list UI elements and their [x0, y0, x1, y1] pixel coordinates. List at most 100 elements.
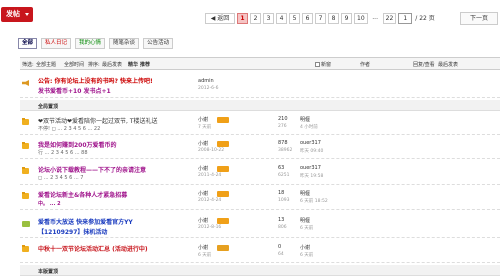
thread-last-time[interactable]: 6 天前 18:52 — [300, 198, 328, 204]
hot-badge-icon — [217, 141, 229, 147]
thread-author[interactable]: 小谢 — [198, 217, 208, 224]
thread-title[interactable]: 中秋十一双节论坛活动汇总 (活动进行中) — [38, 244, 148, 253]
thread-title[interactable]: ❤双节活动❤爱看陪你一起过双节, T楼送礼送 — [38, 116, 158, 125]
pager-next-button[interactable]: 下一页 — [460, 12, 498, 25]
table-row[interactable]: 爱看币大放送 快来参加爱看官方YY 【12109297】抹机活动 小谢 2012… — [20, 213, 500, 238]
tab-essays[interactable]: 随笔杂谈 — [109, 38, 140, 49]
pager-page-3[interactable]: 3 — [263, 13, 274, 24]
pager-prev-button[interactable]: ◀ 返回 — [205, 13, 235, 24]
thread-last-user[interactable]: 明偃 — [300, 116, 310, 123]
thread-replies: 18 — [278, 190, 285, 196]
stats-column-header: 回复/查看 — [413, 62, 435, 68]
filter-theme-select[interactable]: 全部主题 — [36, 61, 56, 68]
pager-page-8[interactable]: 8 — [328, 13, 339, 24]
thread-author[interactable]: 小谢 — [198, 190, 208, 197]
pager-page-7[interactable]: 7 — [315, 13, 326, 24]
thread-pages[interactable]: 不停! ◻ ... 2 3 4 5 6 ... 22 — [38, 125, 100, 132]
thread-views: 276 — [278, 124, 287, 129]
folder-icon — [22, 118, 29, 125]
pager-page-4[interactable]: 4 — [276, 13, 287, 24]
thread-last-time[interactable]: 6 天前 — [300, 252, 313, 258]
new-badge-icon — [217, 245, 229, 251]
thread-author[interactable]: 小谢 — [198, 116, 208, 123]
thread-last-time[interactable]: 昨天 09:40 — [300, 148, 323, 154]
thread-replies: 0 — [278, 244, 282, 250]
thread-author-date: 2008-10-22 — [198, 148, 225, 153]
hot-badge-icon — [217, 218, 229, 224]
tab-all[interactable]: 全部 — [18, 38, 38, 49]
announcement-icon — [22, 80, 29, 86]
sort-select[interactable]: 最后发表 — [102, 61, 122, 68]
chevron-down-icon[interactable] — [25, 13, 29, 16]
table-row[interactable]: 论坛小说下载教程——下不了的亲请注意 ◻ ... 2 3 4 5 6 ... 7… — [20, 161, 500, 185]
post-button-label: 发帖 — [6, 10, 20, 18]
announcement-row[interactable]: 公告: 你有论坛上没有的书吗? 快来上传吧! 发书爱看币+10 发书点+1 ad… — [20, 72, 500, 98]
announcement-author[interactable]: admin — [198, 78, 214, 84]
pager-page-5[interactable]: 5 — [289, 13, 300, 24]
pager-page-10[interactable]: 10 — [354, 13, 368, 24]
new-window-toggle[interactable]: 新窗 — [315, 61, 331, 68]
pager-page-1[interactable]: 1 — [237, 13, 248, 24]
thread-table-header: 筛选: 全部主题 全部时间 排序: 最后发表 精华 推荐 新窗 作者 回复/查看… — [20, 57, 500, 70]
thread-subtitle[interactable]: 【12109297】抹机活动 — [38, 227, 107, 236]
thread-author[interactable]: 小谢 — [198, 244, 208, 251]
thread-title[interactable]: 我是如何赚到200万爱看币的 — [38, 140, 117, 149]
hot-badge-icon — [217, 166, 229, 172]
tab-private-diary[interactable]: 私人日记 — [41, 38, 72, 49]
thread-last-user[interactable]: 明偃 — [300, 217, 310, 224]
thread-last-user[interactable]: 明偃 — [300, 190, 310, 197]
category-tabs: 全部 私人日记 我的心情 随笔杂谈 公告活动 — [18, 38, 177, 49]
thread-pages[interactable]: 行 ... 2 3 4 5 6 ... 88 — [38, 149, 88, 156]
thread-author-date: 2012-8-16 — [198, 225, 222, 230]
table-row[interactable]: ❤双节活动❤爱看陪你一起过双节, T楼送礼送 不停! ◻ ... 2 3 4 5… — [20, 112, 500, 135]
thread-views: 6251 — [278, 173, 290, 178]
table-row[interactable]: 中秋十一双节论坛活动汇总 (活动进行中) 小谢 6 天前 0 64 小谢 6 天… — [20, 240, 500, 263]
last-post-column-header: 最后发表 — [438, 62, 459, 68]
pager-page-22[interactable]: 22 — [382, 13, 397, 24]
thread-last-user[interactable]: ouer317 — [300, 165, 321, 171]
thread-author-date: 2011-4-24 — [198, 173, 222, 178]
thread-replies: 878 — [278, 140, 288, 146]
pager-page-input[interactable]: 1 — [398, 13, 413, 24]
announcement-title-line2[interactable]: 发书爱看币+10 发书点+1 — [38, 86, 111, 95]
thread-title[interactable]: 爱看币大放送 快来参加爱看官方YY — [38, 217, 133, 226]
table-row[interactable]: 爱看论坛新主&各种人才紧急招募 中。 ... 2 小谢 2012-4-24 18… — [20, 186, 500, 210]
pager-page-2[interactable]: 2 — [250, 13, 261, 24]
section-board-top-label: 本版置顶 — [38, 269, 59, 275]
thread-last-user[interactable]: ouer317 — [300, 140, 321, 146]
thread-author[interactable]: 小谢 — [198, 140, 208, 147]
tab-my-mood[interactable]: 我的心情 — [75, 38, 106, 49]
thread-author-date: 7 天前 — [198, 125, 212, 130]
pagination: ◀ 返回 1 2 3 4 5 6 7 8 9 10 ... 22 1 / 22 … — [205, 13, 441, 24]
thread-last-time[interactable]: 6 天前 — [300, 225, 313, 231]
post-button[interactable]: 发帖 — [1, 7, 33, 22]
thread-last-user[interactable]: 小谢 — [300, 244, 310, 251]
tab-announcements[interactable]: 公告活动 — [143, 38, 174, 49]
filter-label: 筛选: — [22, 62, 34, 68]
digest-filter[interactable]: 精华 — [128, 61, 138, 68]
pager-page-9[interactable]: 9 — [341, 13, 352, 24]
sort-label: 排序: — [88, 62, 100, 68]
table-row[interactable]: 我是如何赚到200万爱看币的 行 ... 2 3 4 5 6 ... 88 小谢… — [20, 136, 500, 159]
thread-author-date: 6 天前 — [198, 253, 212, 258]
thread-replies: 210 — [278, 116, 288, 122]
checkbox-icon[interactable] — [315, 62, 320, 67]
thread-last-time[interactable]: 昨天 19:58 — [300, 173, 323, 179]
thread-title[interactable]: 论坛小说下载教程——下不了的亲请注意 — [38, 165, 146, 174]
announcement-title-line1[interactable]: 公告: 你有论坛上没有的书吗? 快来上传吧! — [38, 76, 153, 85]
activity-icon — [22, 221, 30, 227]
thread-author[interactable]: 小谢 — [198, 165, 208, 172]
thread-replies: 63 — [278, 165, 285, 171]
pager-ellipsis: ... — [372, 14, 378, 21]
thread-last-time[interactable]: 4 小时前 — [300, 124, 318, 130]
filter-time-select[interactable]: 全部时间 — [64, 61, 84, 68]
recommend-filter[interactable]: 推荐 — [140, 61, 150, 68]
folder-icon — [22, 142, 29, 149]
thread-pages[interactable]: ◻ ... 2 3 4 5 6 ... 7 — [38, 175, 84, 181]
thread-pages[interactable]: 中。 ... 2 — [38, 200, 61, 207]
announcement-date: 2012-6-6 — [198, 86, 219, 91]
thread-replies: 13 — [278, 217, 285, 223]
pager-page-6[interactable]: 6 — [302, 13, 313, 24]
folder-icon — [22, 245, 29, 252]
thread-title[interactable]: 爱看论坛新主&各种人才紧急招募 — [38, 190, 127, 199]
